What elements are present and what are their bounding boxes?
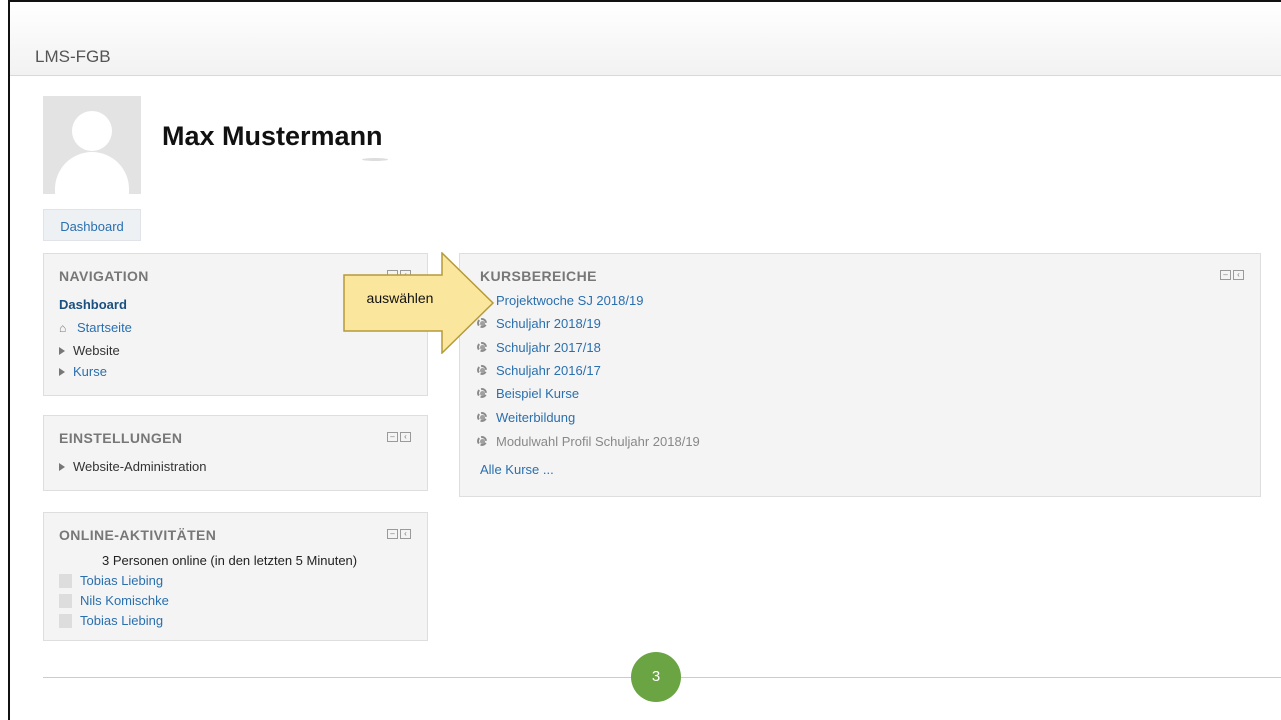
arrow-label: auswählen	[366, 290, 434, 306]
category-item[interactable]: Beispiel Kurse	[476, 386, 579, 401]
page-number-badge: 3	[631, 652, 681, 702]
minus-box-icon[interactable]: –	[1220, 270, 1231, 280]
dock-left-icon[interactable]: ‹	[400, 432, 411, 442]
triangle-right-icon	[59, 367, 65, 376]
user-avatar-icon	[59, 593, 72, 608]
block-controls: – ‹	[1220, 270, 1246, 282]
cog-icon	[476, 411, 490, 425]
block-controls: – ‹	[387, 529, 413, 541]
category-label: Schuljahr 2016/17	[496, 363, 601, 378]
user-avatar-icon	[59, 613, 72, 628]
dashboard-button[interactable]: Dashboard	[43, 209, 141, 241]
category-item[interactable]: Projektwoche SJ 2018/19	[476, 293, 643, 308]
top-navbar: LMS-FGB	[10, 2, 1281, 76]
cog-icon	[476, 435, 490, 449]
category-label: Schuljahr 2018/19	[496, 316, 601, 331]
nav-home-label: Startseite	[77, 320, 132, 335]
online-user-name: Tobias Liebing	[80, 573, 164, 588]
online-summary: 3 Personen online (in den letzten 5 Minu…	[102, 553, 358, 568]
home-icon: ⌂	[59, 321, 67, 335]
category-item[interactable]: Schuljahr 2016/17	[476, 363, 601, 378]
settings-title: EINSTELLUNGEN	[59, 430, 183, 446]
category-label: Modulwahl Profil Schuljahr 2018/19	[496, 434, 700, 449]
online-user[interactable]: Tobias Liebing	[59, 613, 163, 628]
course-categories-block: KURSBEREICHE – ‹ Projektwoche SJ 2018/19…	[459, 253, 1261, 497]
minus-box-icon[interactable]: –	[387, 432, 398, 442]
site-brand[interactable]: LMS-FGB	[35, 47, 111, 67]
dock-left-icon[interactable]: ‹	[400, 529, 411, 539]
settings-site-admin-label: Website-Administration	[73, 459, 207, 474]
nav-courses-label: Kurse	[73, 364, 107, 379]
settings-site-admin[interactable]: Website-Administration	[59, 459, 206, 474]
category-label: Schuljahr 2017/18	[496, 340, 601, 355]
online-title: ONLINE-AKTIVITÄTEN	[59, 527, 217, 543]
online-user-name: Nils Komischke	[80, 593, 169, 608]
block-controls: – ‹	[387, 432, 413, 444]
decorative-mark	[362, 158, 388, 161]
page-title: Max Mustermann	[162, 121, 383, 151]
avatar-body	[55, 152, 129, 194]
profile-picture[interactable]	[43, 96, 141, 194]
nav-website[interactable]: Website	[59, 343, 120, 358]
user-avatar-icon	[59, 573, 72, 588]
settings-block: EINSTELLUNGEN – ‹ Website-Administration	[43, 415, 428, 491]
online-user-name: Tobias Liebing	[80, 613, 164, 628]
all-courses-link[interactable]: Alle Kurse ...	[480, 462, 554, 477]
category-item[interactable]: Weiterbildung	[476, 410, 575, 425]
category-label: Beispiel Kurse	[496, 386, 580, 401]
avatar-head	[72, 111, 112, 151]
cog-icon	[476, 364, 490, 378]
nav-dashboard[interactable]: Dashboard	[59, 297, 127, 312]
nav-home[interactable]: ⌂ Startseite	[59, 320, 132, 335]
nav-website-label: Website	[73, 343, 120, 358]
online-users-block: ONLINE-AKTIVITÄTEN – ‹ 3 Personen online…	[43, 512, 428, 641]
online-user[interactable]: Nils Komischke	[59, 593, 169, 608]
categories-title: KURSBEREICHE	[480, 268, 597, 284]
dock-left-icon[interactable]: ‹	[1233, 270, 1244, 280]
category-label: Projektwoche SJ 2018/19	[496, 293, 644, 308]
minus-box-icon[interactable]: –	[387, 529, 398, 539]
cog-icon	[476, 387, 490, 401]
triangle-right-icon	[59, 462, 65, 471]
category-label: Weiterbildung	[496, 410, 576, 425]
online-user[interactable]: Tobias Liebing	[59, 573, 163, 588]
triangle-right-icon	[59, 346, 65, 355]
navigation-title: NAVIGATION	[59, 268, 149, 284]
category-item-hidden[interactable]: Modulwahl Profil Schuljahr 2018/19	[476, 434, 700, 449]
nav-courses[interactable]: Kurse	[59, 364, 107, 379]
